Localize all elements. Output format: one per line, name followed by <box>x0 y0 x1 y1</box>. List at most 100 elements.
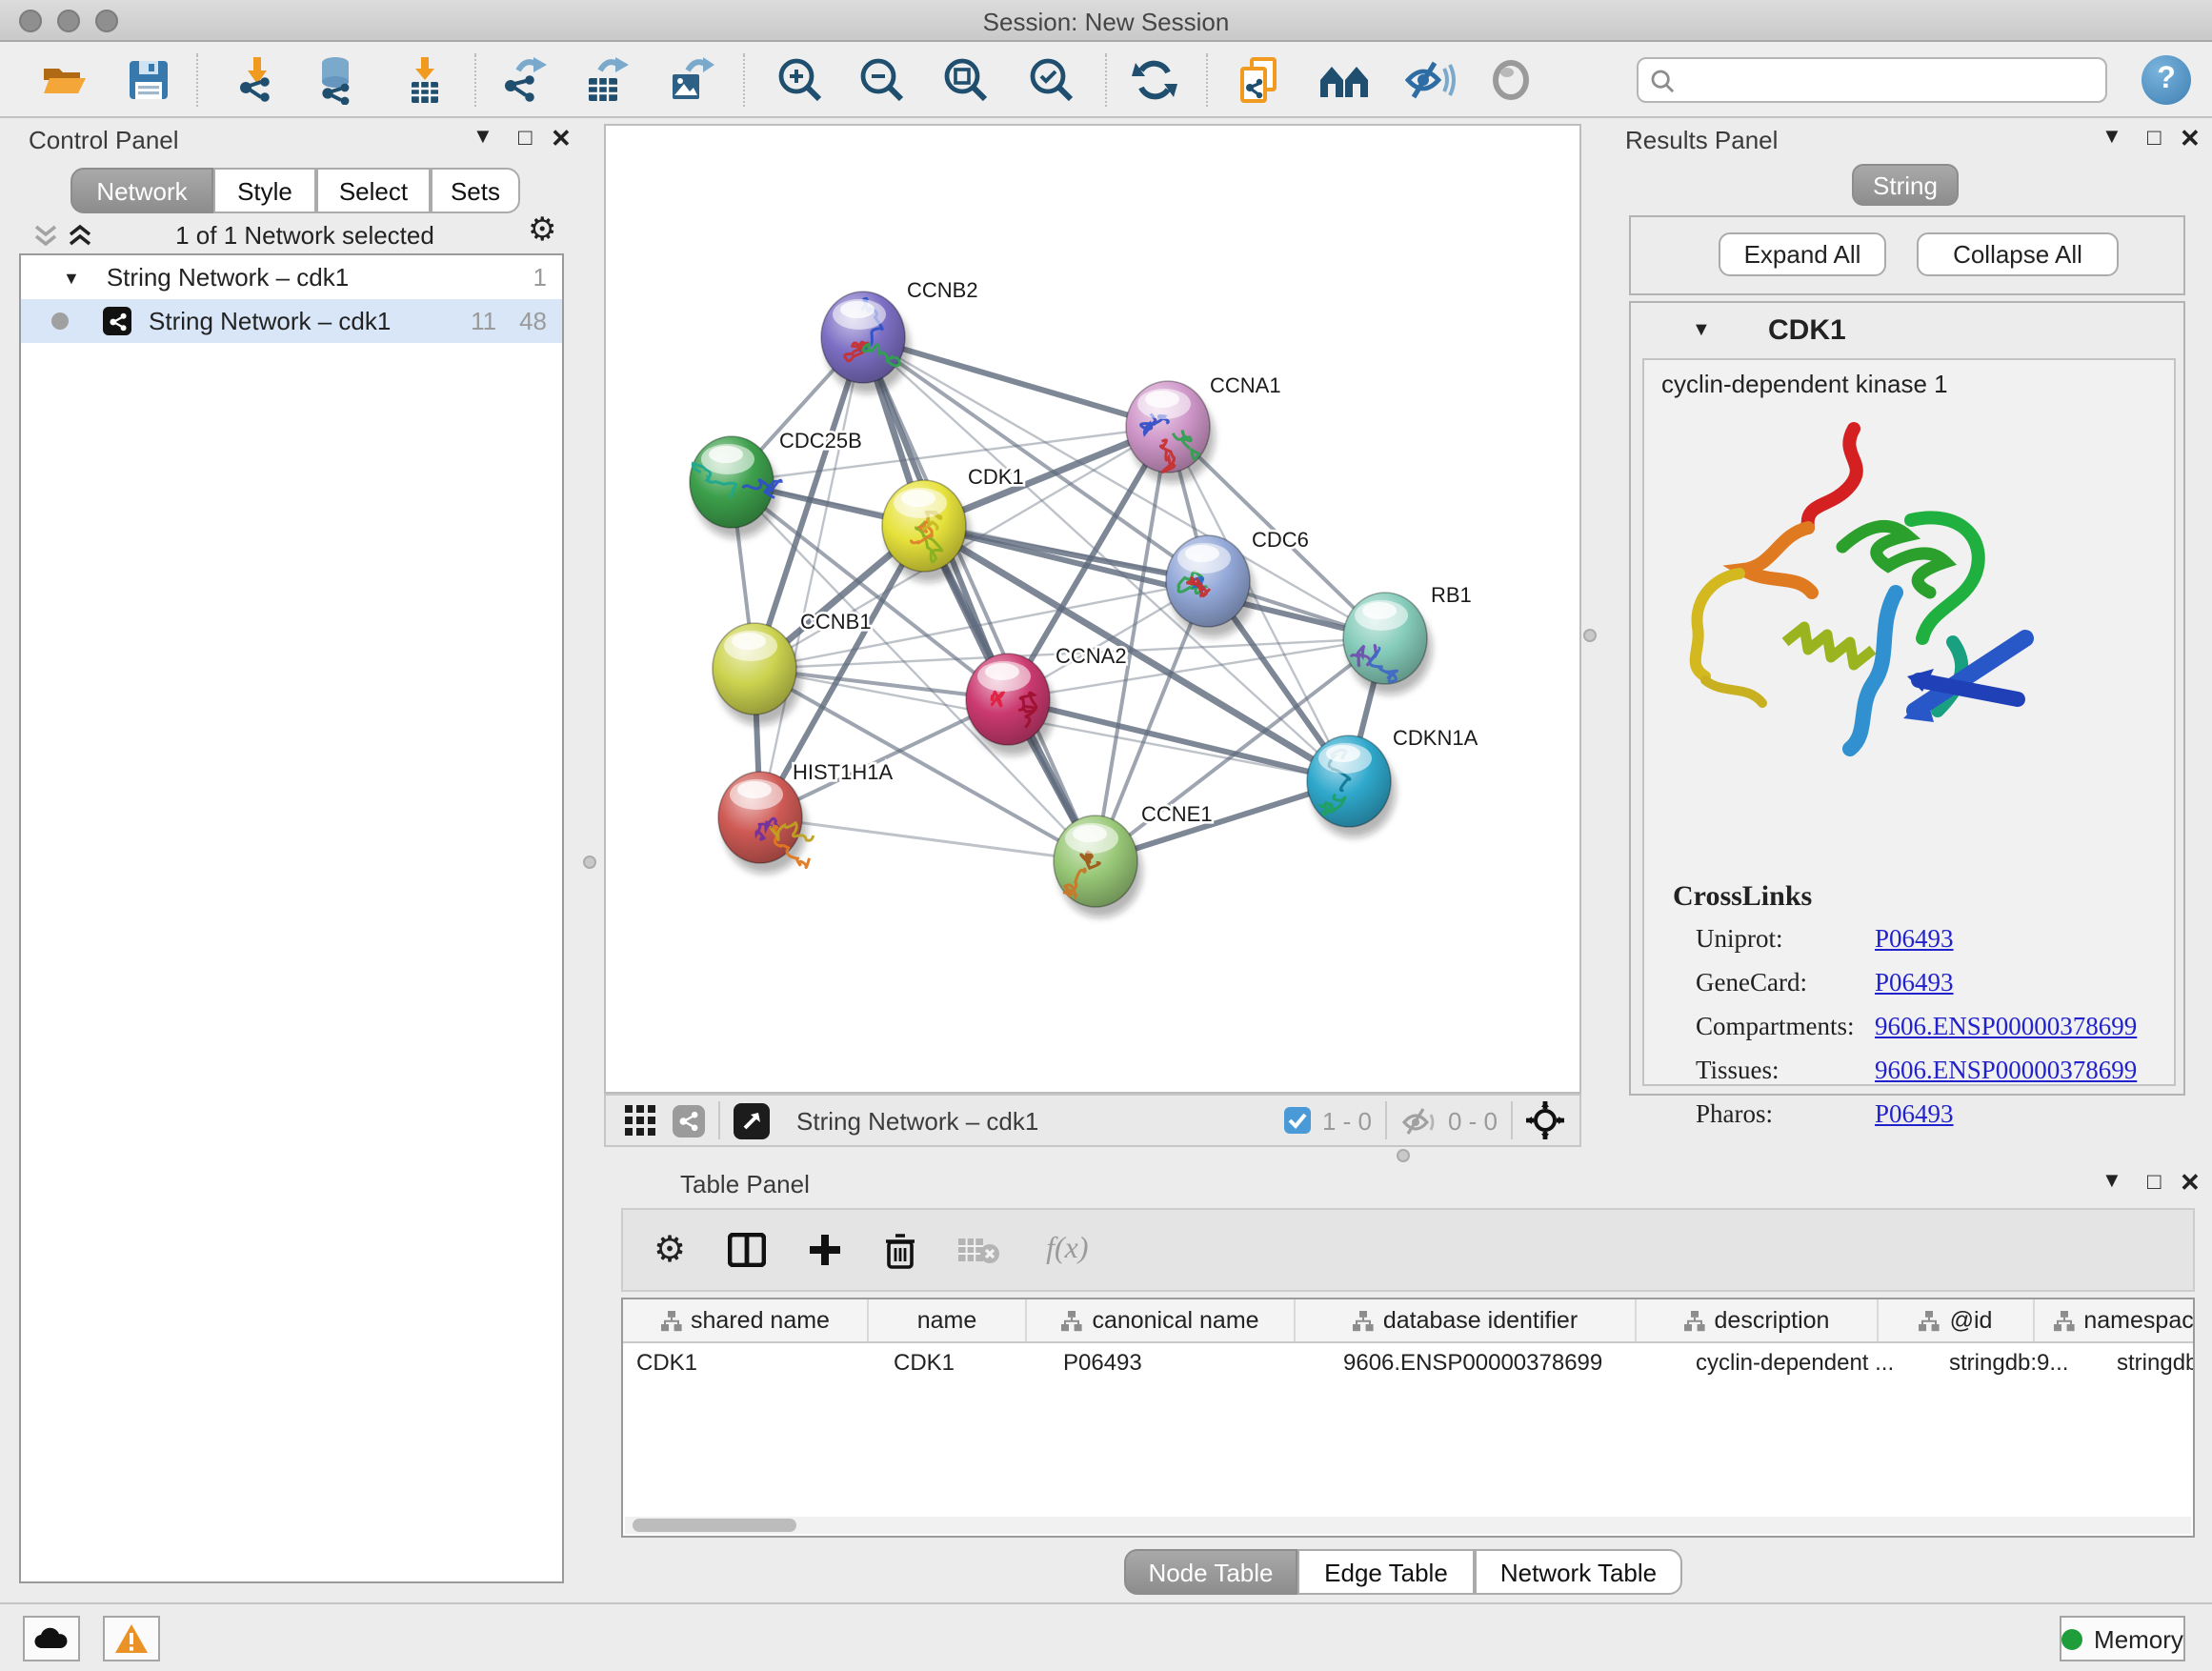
fit-content-button[interactable] <box>937 51 995 109</box>
network-canvas[interactable]: CCNB2CCNA1CDC25BCDK1CDC6RB1CCNB1CCNA2CDK… <box>604 124 1581 1094</box>
table-panel-maximize-icon[interactable]: □ <box>2147 1168 2162 1195</box>
column-header-database-identifier[interactable]: database identifier <box>1296 1299 1637 1341</box>
save-session-button[interactable] <box>120 51 177 109</box>
network-options-gear-icon[interactable]: ⚙ <box>528 211 557 250</box>
left-splitter-handle[interactable] <box>583 856 596 869</box>
control-panel-close-icon[interactable]: ✕ <box>551 124 572 154</box>
network-edge[interactable] <box>760 337 863 817</box>
tab-select[interactable]: Select <box>316 168 431 213</box>
table-cell[interactable]: P06493 <box>1050 1343 1330 1383</box>
network-node-CCNE1[interactable]: CCNE1 <box>1054 802 1213 917</box>
results-panel-close-icon[interactable]: ✕ <box>2180 124 2201 154</box>
collapse-all-results-button[interactable]: Collapse All <box>1917 232 2119 276</box>
tab-network[interactable]: Network <box>70 168 213 213</box>
new-network-from-selection-button[interactable] <box>1231 51 1288 109</box>
memory-button[interactable]: Memory <box>2060 1616 2185 1661</box>
network-node-HIST1H1A[interactable]: HIST1H1A <box>718 760 893 874</box>
expand-all-button[interactable] <box>67 223 93 248</box>
network-node-label: CDC6 <box>1252 528 1309 552</box>
crosslink-pharos-link[interactable]: P06493 <box>1875 1099 1954 1130</box>
table-cell[interactable]: cyclin-dependent ... <box>1682 1343 1936 1383</box>
help-button[interactable]: ? <box>2142 55 2191 105</box>
tab-string[interactable]: String <box>1852 164 1959 206</box>
scrollbar-thumb[interactable] <box>633 1519 796 1532</box>
add-column-button[interactable] <box>808 1233 842 1267</box>
control-panel-float-icon[interactable]: ▼ <box>473 126 493 149</box>
selected-checkbox[interactable] <box>1284 1107 1311 1134</box>
export-image-button[interactable] <box>661 51 718 109</box>
table-cell[interactable]: CDK1 <box>623 1343 880 1383</box>
network-row[interactable]: String Network – cdk1 11 48 <box>21 299 562 343</box>
birds-eye-view-button[interactable] <box>734 1102 770 1138</box>
tab-sets[interactable]: Sets <box>431 168 520 213</box>
delete-column-button[interactable] <box>884 1232 916 1268</box>
tab-node-table[interactable]: Node Table <box>1124 1549 1297 1595</box>
column-header-namespace[interactable]: namespace <box>2035 1299 2195 1341</box>
collapse-all-button[interactable] <box>32 223 59 248</box>
column-header-name[interactable]: name <box>869 1299 1027 1341</box>
import-table-from-file-button[interactable] <box>396 51 453 109</box>
right-splitter-handle[interactable] <box>1583 629 1597 642</box>
column-header--id[interactable]: @id <box>1879 1299 2035 1341</box>
cloud-status-button[interactable] <box>23 1616 80 1661</box>
network-collection-row[interactable]: ▼ String Network – cdk1 1 <box>21 255 562 299</box>
tab-edge-table[interactable]: Edge Table <box>1297 1549 1475 1595</box>
crosslink-uniprot-link[interactable]: P06493 <box>1875 924 1954 955</box>
zoom-out-button[interactable] <box>854 51 911 109</box>
zoom-in-button[interactable] <box>772 51 829 109</box>
column-header-shared-name[interactable]: shared name <box>623 1299 869 1341</box>
show-all-button[interactable] <box>1482 51 1539 109</box>
network-node-CCNA1[interactable]: CCNA1 <box>1126 373 1281 483</box>
export-table-button[interactable] <box>577 51 634 109</box>
zoom-selected-button[interactable] <box>1023 51 1080 109</box>
view-grid-toggle[interactable] <box>625 1105 655 1136</box>
network-label: String Network – cdk1 <box>149 307 391 335</box>
gene-collapse-arrow[interactable]: ▼ <box>1692 320 1711 341</box>
network-node-CDKN1A[interactable]: CDKN1A <box>1307 726 1478 837</box>
show-columns-button[interactable] <box>728 1233 766 1267</box>
open-session-button[interactable] <box>36 51 93 109</box>
pan-tool-button[interactable] <box>1526 1101 1564 1139</box>
collection-expand-arrow[interactable]: ▼ <box>63 268 80 287</box>
table-horizontal-scrollbar[interactable] <box>625 1517 2191 1534</box>
hidden-toggle[interactable] <box>1400 1106 1438 1135</box>
network-view-statusbar: String Network – cdk1 1 - 0 0 - 0 <box>604 1094 1581 1147</box>
search-input[interactable] <box>1682 65 2105 95</box>
delete-table-button-disabled <box>958 1235 1000 1265</box>
results-panel-float-icon[interactable]: ▼ <box>2101 126 2122 149</box>
table-cell[interactable]: CDK1 <box>880 1343 1050 1383</box>
share-view-toggle[interactable] <box>673 1104 705 1137</box>
tab-style[interactable]: Style <box>213 168 316 213</box>
table-row[interactable]: CDK1CDK1P064939606.ENSP00000378699cyclin… <box>623 1343 2193 1383</box>
table-cell[interactable]: stringdb <box>2103 1343 2195 1383</box>
column-header-description[interactable]: description <box>1637 1299 1879 1341</box>
warnings-button[interactable] <box>103 1616 160 1661</box>
export-network-button[interactable] <box>495 51 553 109</box>
crosslink-tissues-link[interactable]: 9606.ENSP00000378699 <box>1875 1056 2137 1086</box>
results-panel-maximize-icon[interactable]: □ <box>2147 124 2162 151</box>
network-edge[interactable] <box>863 337 1096 861</box>
column-header-label: database identifier <box>1383 1307 1578 1334</box>
table-panel-float-icon[interactable]: ▼ <box>2101 1170 2122 1193</box>
collection-label: String Network – cdk1 <box>107 263 349 292</box>
network-node-CCNB2[interactable]: CCNB2 <box>821 278 978 393</box>
crosslink-compartments-link[interactable]: 9606.ENSP00000378699 <box>1875 1012 2137 1042</box>
table-panel-close-icon[interactable]: ✕ <box>2180 1168 2201 1198</box>
network-node-RB1[interactable]: RB1 <box>1343 583 1472 695</box>
import-network-from-file-button[interactable] <box>229 51 286 109</box>
table-cell[interactable]: stringdb:9... <box>1936 1343 2103 1383</box>
horizontal-splitter-handle[interactable] <box>1397 1149 1410 1162</box>
network-node-CCNA2[interactable]: CCNA2 <box>966 644 1127 755</box>
table-cell[interactable]: 9606.ENSP00000378699 <box>1330 1343 1682 1383</box>
control-panel-maximize-icon[interactable]: □ <box>518 124 533 151</box>
hide-selected-button[interactable] <box>1400 51 1458 109</box>
refresh-button[interactable] <box>1126 51 1183 109</box>
import-network-from-database-button[interactable] <box>309 51 366 109</box>
crosslink-genecard-link[interactable]: P06493 <box>1875 968 1954 998</box>
column-header-canonical-name[interactable]: canonical name <box>1027 1299 1296 1341</box>
network-node-CDC25B[interactable]: CDC25B <box>690 429 862 538</box>
expand-all-results-button[interactable]: Expand All <box>1719 232 1886 276</box>
tab-network-table[interactable]: Network Table <box>1475 1549 1682 1595</box>
first-neighbors-button[interactable] <box>1317 51 1374 109</box>
table-settings-gear-icon[interactable]: ⚙ <box>654 1228 686 1272</box>
